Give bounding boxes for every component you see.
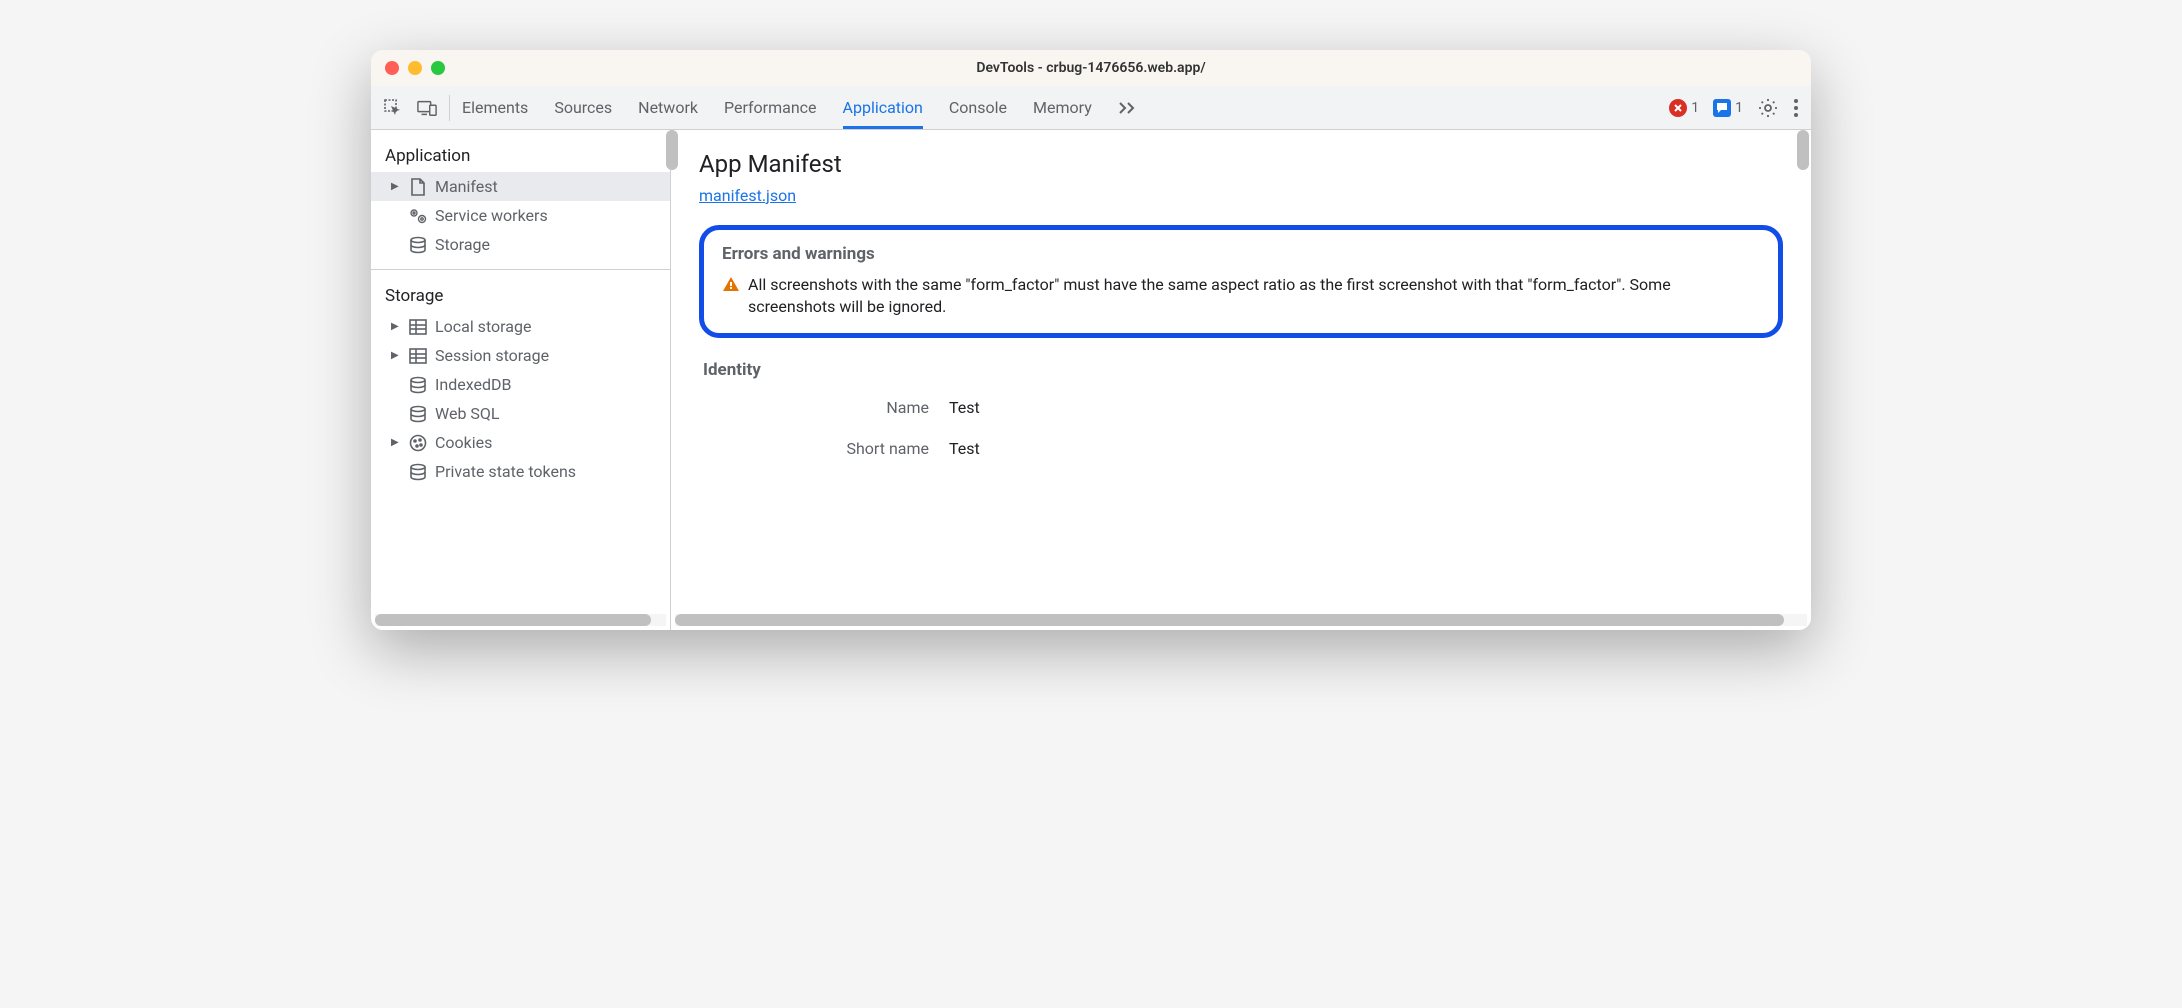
page-heading: App Manifest (699, 150, 1783, 178)
devtools-window: DevTools - crbug-1476656.web.app/ Elemen… (371, 50, 1811, 630)
sidebar-item-label: Session storage (435, 346, 656, 365)
sidebar-section-storage: Storage ▶ Local storage ▶ Session sto (371, 270, 670, 496)
sidebar-vertical-scrollbar[interactable] (666, 130, 678, 170)
database-icon (407, 236, 429, 254)
sidebar-section-application: Application ▶ Manifest Service worke (371, 130, 670, 270)
tab-sources[interactable]: Sources (554, 88, 612, 127)
caret-right-icon: ▶ (391, 181, 401, 192)
titlebar: DevTools - crbug-1476656.web.app/ (371, 50, 1811, 86)
caret-right-icon: ▶ (391, 437, 401, 448)
messages-badge[interactable]: 1 (1713, 99, 1743, 117)
manifest-file-link[interactable]: manifest.json (699, 186, 796, 205)
inspect-element-icon[interactable] (383, 98, 403, 118)
errors-warnings-heading: Errors and warnings (722, 244, 1760, 264)
caret-right-icon: ▶ (391, 321, 401, 332)
minimize-window-button[interactable] (408, 61, 422, 75)
identity-short-name-row: Short name Test (699, 439, 1783, 458)
tabs-overflow-icon[interactable] (1118, 101, 1138, 115)
errors-warnings-box: Errors and warnings All screenshots with… (699, 225, 1783, 338)
errors-badge[interactable]: 1 (1669, 99, 1699, 117)
sidebar-item-session-storage[interactable]: ▶ Session storage (371, 341, 670, 370)
toolbar: Elements Sources Network Performance App… (371, 86, 1811, 130)
tab-application[interactable]: Application (843, 88, 923, 127)
sidebar-item-indexeddb[interactable]: IndexedDB (371, 370, 670, 399)
gears-icon (407, 207, 429, 225)
more-options-icon[interactable] (1793, 98, 1799, 118)
sidebar-horizontal-scrollbar[interactable] (375, 614, 666, 626)
table-icon (407, 319, 429, 335)
warning-row: All screenshots with the same "form_fact… (722, 274, 1760, 319)
sidebar-item-label: Web SQL (435, 404, 656, 423)
sidebar-item-label: Service workers (435, 206, 656, 225)
database-icon (407, 463, 429, 481)
identity-short-name-label: Short name (699, 439, 949, 458)
message-icon (1713, 99, 1731, 117)
identity-name-row: Name Test (699, 398, 1783, 417)
database-icon (407, 405, 429, 423)
error-count: 1 (1691, 100, 1699, 116)
close-window-button[interactable] (385, 61, 399, 75)
sidebar-item-label: IndexedDB (435, 375, 656, 394)
sidebar-item-local-storage[interactable]: ▶ Local storage (371, 312, 670, 341)
toolbar-left-icons (383, 95, 450, 121)
sidebar-item-label: Cookies (435, 433, 656, 452)
sidebar-header-application: Application (371, 140, 670, 172)
identity-short-name-value: Test (949, 439, 980, 458)
tab-elements[interactable]: Elements (462, 88, 528, 127)
warning-triangle-icon (722, 276, 740, 292)
sidebar-item-label: Local storage (435, 317, 656, 336)
sidebar-item-storage[interactable]: Storage (371, 230, 670, 259)
toolbar-right: 1 1 (1669, 97, 1799, 119)
maximize-window-button[interactable] (431, 61, 445, 75)
sidebar-header-storage: Storage (371, 280, 670, 312)
sidebar: Application ▶ Manifest Service worke (371, 130, 671, 630)
table-icon (407, 348, 429, 364)
identity-heading: Identity (699, 360, 1783, 380)
device-toolbar-icon[interactable] (417, 98, 437, 118)
sidebar-item-label: Storage (435, 235, 656, 254)
window-title: DevTools - crbug-1476656.web.app/ (976, 60, 1205, 76)
message-count: 1 (1735, 100, 1743, 116)
sidebar-item-label: Manifest (435, 177, 656, 196)
content-horizontal-scrollbar[interactable] (675, 614, 1807, 626)
file-icon (407, 178, 429, 196)
sidebar-item-label: Private state tokens (435, 462, 656, 481)
content-panel: App Manifest manifest.json Errors and wa… (671, 130, 1811, 630)
content-vertical-scrollbar[interactable] (1797, 130, 1809, 170)
sidebar-item-private-state-tokens[interactable]: Private state tokens (371, 457, 670, 486)
main-area: Application ▶ Manifest Service worke (371, 130, 1811, 630)
tab-network[interactable]: Network (638, 88, 698, 127)
sidebar-item-websql[interactable]: Web SQL (371, 399, 670, 428)
identity-name-label: Name (699, 398, 949, 417)
warning-text: All screenshots with the same "form_fact… (748, 274, 1760, 319)
sidebar-item-service-workers[interactable]: Service workers (371, 201, 670, 230)
cookie-icon (407, 434, 429, 452)
database-icon (407, 376, 429, 394)
tab-console[interactable]: Console (949, 88, 1007, 127)
tab-memory[interactable]: Memory (1033, 88, 1092, 127)
identity-name-value: Test (949, 398, 980, 417)
sidebar-item-manifest[interactable]: ▶ Manifest (371, 172, 670, 201)
traffic-lights (385, 61, 445, 75)
caret-right-icon: ▶ (391, 350, 401, 361)
settings-icon[interactable] (1757, 97, 1779, 119)
tab-performance[interactable]: Performance (724, 88, 817, 127)
sidebar-item-cookies[interactable]: ▶ Cookies (371, 428, 670, 457)
error-icon (1669, 99, 1687, 117)
tabs: Elements Sources Network Performance App… (462, 88, 1657, 127)
